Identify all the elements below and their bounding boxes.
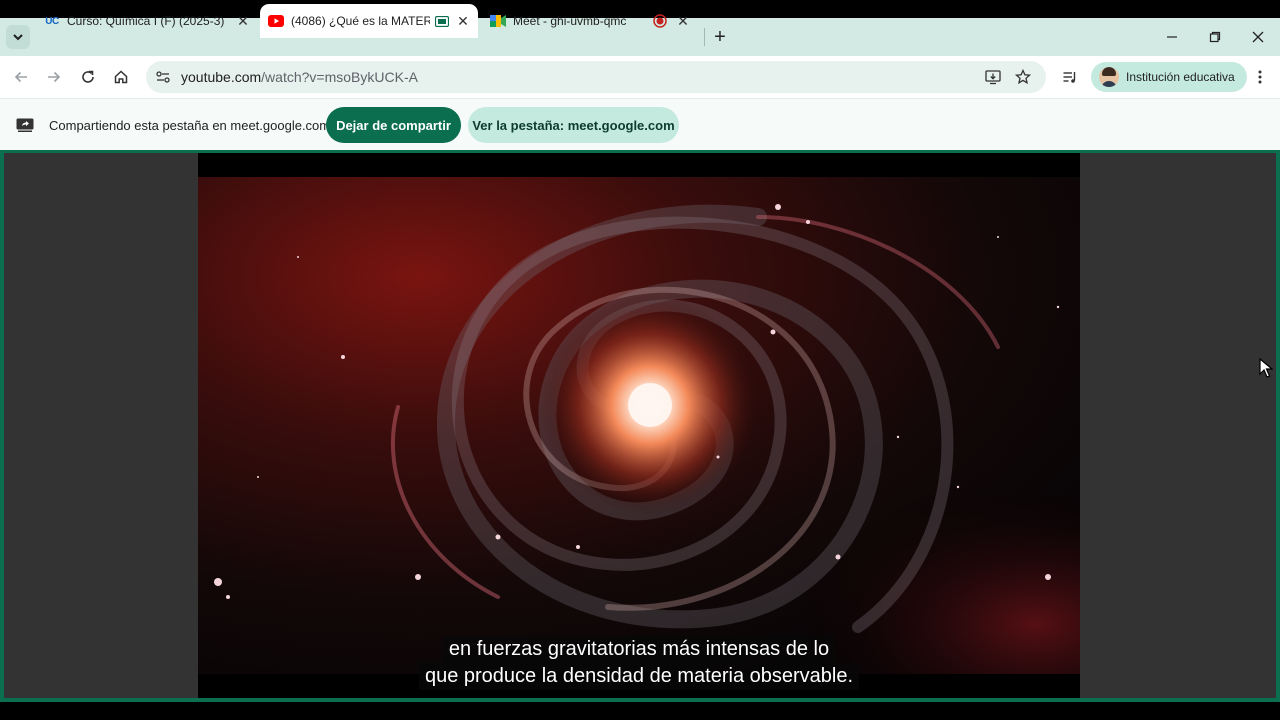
- url-text[interactable]: youtube.com/watch?v=msoBykUCK-A: [181, 69, 418, 85]
- video-captions: en fuerzas gravitatorias más intensas de…: [198, 636, 1080, 690]
- star-icon: [1015, 69, 1031, 85]
- mouse-cursor-icon: [1259, 358, 1273, 378]
- media-controls-button[interactable]: [1058, 65, 1082, 89]
- caption-line-2: que produce la densidad de materia obser…: [418, 663, 860, 690]
- profile-label: Institución educativa: [1126, 70, 1235, 84]
- forward-button[interactable]: [42, 65, 66, 89]
- view-tab-button[interactable]: Ver la pestaña: meet.google.com: [468, 107, 679, 143]
- back-button[interactable]: [9, 65, 33, 89]
- stop-sharing-button[interactable]: Dejar de compartir: [326, 107, 461, 143]
- avatar: [1099, 67, 1119, 87]
- uc-logo-icon: UC: [45, 15, 59, 27]
- close-tab-icon[interactable]: ✕: [674, 12, 692, 30]
- more-vert-icon: [1258, 70, 1262, 84]
- galaxy-video-frame: [198, 177, 1080, 674]
- screen-share-indicator-icon: [434, 13, 450, 29]
- screen-share-icon: [16, 118, 34, 132]
- address-bar[interactable]: youtube.com/watch?v=msoBykUCK-A: [146, 61, 1046, 93]
- chevron-down-icon: [13, 34, 23, 41]
- screen-bottom-border: [0, 702, 1280, 720]
- reload-button[interactable]: [76, 65, 100, 89]
- tab-title: Meet - ghi-uvmb-qmc: [513, 14, 627, 28]
- tab-separator: [704, 28, 705, 46]
- close-tab-icon[interactable]: ✕: [234, 12, 252, 30]
- home-icon: [114, 70, 128, 84]
- url-path: /watch?v=msoBykUCK-A: [261, 69, 418, 85]
- bookmark-button[interactable]: [1013, 67, 1033, 87]
- tab-meet[interactable]: Meet - ghi-uvmb-qmc ✕: [482, 4, 698, 38]
- video-player[interactable]: en fuerzas gravitatorias más intensas de…: [198, 153, 1080, 698]
- tab-sharing-infobar: Compartiendo esta pestaña en meet.google…: [0, 98, 1280, 150]
- tab-search-button[interactable]: [6, 25, 30, 49]
- install-app-button[interactable]: [983, 67, 1003, 87]
- minimize-icon: [1167, 36, 1177, 38]
- browser-menu-button[interactable]: [1250, 67, 1270, 87]
- reload-icon: [82, 70, 94, 83]
- close-window-button[interactable]: [1247, 26, 1269, 48]
- tab-title: Curso: Química I (F) (2025-3): [67, 14, 225, 28]
- tab-youtube[interactable]: (4086) ¿Qué es la MATERIA ✕: [260, 4, 478, 38]
- url-host: youtube.com: [181, 69, 262, 85]
- profile-button[interactable]: Institución educativa: [1091, 62, 1247, 92]
- browser-toolbar: youtube.com/watch?v=msoBykUCK-A Instituc…: [0, 56, 1280, 98]
- close-tab-icon[interactable]: ✕: [454, 12, 472, 30]
- home-button[interactable]: [109, 65, 133, 89]
- back-arrow-icon: [14, 71, 27, 83]
- youtube-icon: [268, 13, 284, 29]
- tab-course[interactable]: UC Curso: Química I (F) (2025-3) ✕: [36, 4, 258, 38]
- new-tab-button[interactable]: +: [709, 27, 731, 49]
- meet-icon: [490, 13, 506, 29]
- tab-title: (4086) ¿Qué es la MATERIA: [291, 14, 430, 28]
- recording-indicator-icon: [652, 13, 668, 29]
- restore-button[interactable]: [1204, 26, 1226, 48]
- caption-line-1: en fuerzas gravitatorias más intensas de…: [442, 636, 836, 663]
- restore-icon: [1209, 31, 1221, 43]
- site-settings-icon[interactable]: [154, 68, 172, 86]
- forward-arrow-icon: [48, 71, 61, 83]
- install-app-icon: [985, 70, 1001, 85]
- playlist-icon: [1063, 72, 1076, 83]
- sharing-message: Compartiendo esta pestaña en meet.google…: [49, 118, 331, 133]
- close-icon: [1252, 31, 1264, 43]
- minimize-button[interactable]: [1161, 26, 1183, 48]
